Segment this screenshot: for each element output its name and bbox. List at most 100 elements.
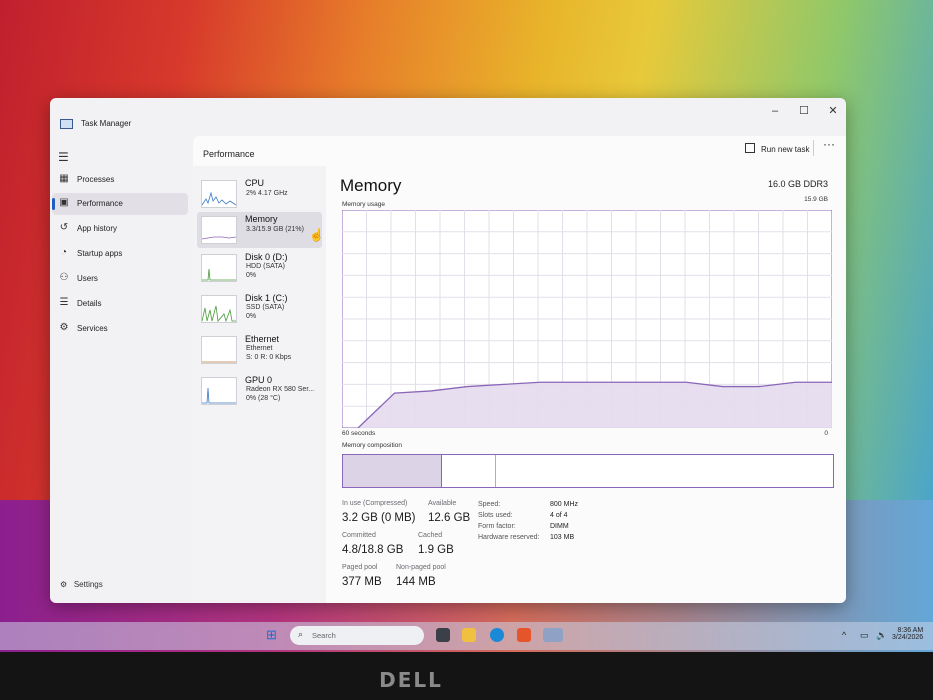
performance-panel: Performance Run new task ··· CPU 2% 4.17… bbox=[193, 136, 846, 603]
network-icon[interactable]: ▭ bbox=[860, 630, 869, 641]
device-disk-0[interactable]: Disk 0 (D:) HDD (SATA) 0% bbox=[197, 250, 322, 286]
device-name: Ethernet bbox=[245, 334, 280, 344]
spec-key: Form factor: bbox=[478, 523, 516, 530]
search-placeholder: Search bbox=[312, 631, 336, 640]
services-icon: ⚙ bbox=[59, 322, 69, 333]
window-title: Task Manager bbox=[81, 119, 132, 128]
stat-value: 4.8/18.8 GB bbox=[342, 544, 404, 556]
toolbar-divider bbox=[813, 140, 814, 156]
device-detail: Ethernet bbox=[246, 345, 273, 352]
device-detail: 0% bbox=[246, 313, 257, 320]
performance-icon: ▣ bbox=[59, 197, 69, 208]
title-bar[interactable]: Task Manager – ☐ ✕ bbox=[50, 98, 846, 132]
device-detail: Radeon RX 580 Ser... bbox=[246, 386, 315, 393]
stat-value: 12.6 GB bbox=[428, 512, 471, 524]
sidebar-item-services[interactable]: ⚙ Services bbox=[52, 318, 188, 340]
sidebar-item-label: Performance bbox=[77, 199, 123, 208]
stat-value: 3.2 GB (0 MB) bbox=[342, 512, 416, 524]
spec-value: DIMM bbox=[550, 523, 569, 530]
memory-usage-label: Memory usage bbox=[342, 201, 385, 208]
start-icon[interactable]: ⊞ bbox=[266, 627, 280, 642]
device-gpu-0[interactable]: GPU 0 Radeon RX 580 Ser... 0% (28 °C) bbox=[197, 373, 322, 409]
sidebar-item-details[interactable]: ☰ Details bbox=[52, 293, 188, 315]
device-disk-1[interactable]: Disk 1 (C:) SSD (SATA) 0% bbox=[197, 291, 322, 327]
sidebar-item-app-history[interactable]: ↺ App history bbox=[52, 218, 188, 240]
clock-date: 3/24/2026 bbox=[892, 634, 924, 641]
spec-key: Slots used: bbox=[478, 512, 513, 519]
task-manager-window: Task Manager – ☐ ✕ ☰ ▦ Processes ▣ Perfo… bbox=[50, 98, 846, 603]
device-name: CPU bbox=[245, 178, 265, 188]
maximize-button[interactable]: ☐ bbox=[791, 101, 817, 121]
spec-value: 4 of 4 bbox=[550, 512, 568, 519]
history-icon: ↺ bbox=[59, 222, 69, 233]
brave-icon[interactable] bbox=[517, 628, 531, 642]
sidebar-item-performance[interactable]: ▣ Performance bbox=[52, 193, 188, 215]
task-manager-icon bbox=[60, 119, 73, 129]
task-view-icon[interactable] bbox=[436, 628, 450, 642]
time-axis-start: 60 seconds bbox=[342, 430, 376, 437]
disk-0-thumbnail-graph bbox=[201, 254, 237, 282]
memory-detail: Memory 16.0 GB DDR3 Memory usage 15.9 GB… bbox=[340, 166, 840, 603]
run-new-task-button[interactable]: Run new task bbox=[745, 141, 809, 159]
memory-usage-max: 15.9 GB bbox=[804, 196, 828, 203]
page-title: Performance bbox=[203, 149, 255, 159]
clock-time: 8:36 AM bbox=[897, 627, 924, 634]
spec-value: 103 MB bbox=[550, 534, 575, 541]
sidebar-item-label: Details bbox=[77, 299, 102, 308]
sidebar-item-label: Processes bbox=[77, 175, 115, 184]
settings-button[interactable]: ⚙ Settings bbox=[60, 580, 103, 589]
composition-in-use bbox=[343, 455, 442, 487]
composition-modified-boundary bbox=[494, 455, 496, 487]
stat-value: 377 MB bbox=[342, 576, 382, 588]
spec-value: 800 MHz bbox=[550, 501, 579, 508]
stat-value: 144 MB bbox=[396, 576, 436, 588]
device-detail: 3.3/15.9 GB (21%) bbox=[246, 226, 304, 233]
device-cpu[interactable]: CPU 2% 4.17 GHz bbox=[197, 176, 322, 212]
stat-label: Cached bbox=[418, 532, 443, 539]
startup-icon: ◔ bbox=[60, 247, 68, 258]
memory-total: 16.0 GB DDR3 bbox=[767, 179, 828, 189]
time-axis-end: 0 bbox=[824, 430, 828, 437]
monitor-logo: DELL bbox=[379, 668, 443, 692]
clock[interactable]: 8:36 AM 3/24/2026 bbox=[892, 627, 923, 641]
edge-icon[interactable] bbox=[490, 628, 504, 642]
device-detail: SSD (SATA) bbox=[246, 304, 285, 311]
device-name: GPU 0 bbox=[245, 375, 273, 385]
sidebar-item-processes[interactable]: ▦ Processes bbox=[52, 169, 188, 191]
sidebar-item-label: Startup apps bbox=[77, 249, 123, 258]
volume-icon[interactable]: 🔈 bbox=[876, 630, 887, 641]
device-name: Memory bbox=[245, 214, 278, 224]
device-ethernet[interactable]: Ethernet Ethernet S: 0 R: 0 Kbps bbox=[197, 332, 322, 368]
stat-label: In use (Compressed) bbox=[342, 500, 408, 507]
settings-label: Settings bbox=[73, 580, 103, 589]
ethernet-thumbnail-graph bbox=[201, 336, 237, 364]
device-detail: 0% (28 °C) bbox=[246, 395, 281, 402]
memory-title: Memory bbox=[340, 176, 402, 195]
search-box[interactable]: ⌕ Search bbox=[290, 626, 424, 645]
disk-1-thumbnail-graph bbox=[201, 295, 237, 323]
device-list: CPU 2% 4.17 GHz Memory 3.3/15.9 GB (21%)… bbox=[193, 166, 326, 603]
memory-usage-graph bbox=[342, 210, 832, 428]
task-manager-taskbar-icon[interactable] bbox=[543, 628, 563, 642]
more-options-button[interactable]: ··· bbox=[823, 137, 835, 151]
memory-composition-label: Memory composition bbox=[342, 442, 402, 449]
sidebar-item-label: Services bbox=[77, 324, 108, 333]
stat-label: Non-paged pool bbox=[396, 564, 446, 571]
users-icon: ⚇ bbox=[59, 272, 69, 283]
device-detail: HDD (SATA) bbox=[246, 263, 286, 270]
close-button[interactable]: ✕ bbox=[820, 101, 846, 121]
file-explorer-icon[interactable] bbox=[462, 628, 476, 642]
minimize-button[interactable]: – bbox=[762, 101, 788, 121]
device-name: Disk 0 (D:) bbox=[245, 252, 288, 262]
device-detail: 0% bbox=[246, 272, 257, 279]
sidebar-item-startup-apps[interactable]: ◔ Startup apps bbox=[52, 243, 188, 265]
device-memory[interactable]: Memory 3.3/15.9 GB (21%) ☝ bbox=[197, 212, 324, 248]
taskbar: ⊞ ⌕ Search ^ ▭ 🔈 8:36 AM 3/24/2026 bbox=[0, 622, 933, 650]
details-icon: ☰ bbox=[59, 297, 69, 308]
search-icon: ⌕ bbox=[298, 629, 304, 639]
chevron-up-icon[interactable]: ^ bbox=[842, 630, 846, 640]
gpu-thumbnail-graph bbox=[201, 377, 237, 405]
hamburger-icon[interactable]: ☰ bbox=[58, 150, 69, 164]
sidebar-item-users[interactable]: ⚇ Users bbox=[52, 268, 188, 290]
processes-icon: ▦ bbox=[59, 173, 69, 184]
